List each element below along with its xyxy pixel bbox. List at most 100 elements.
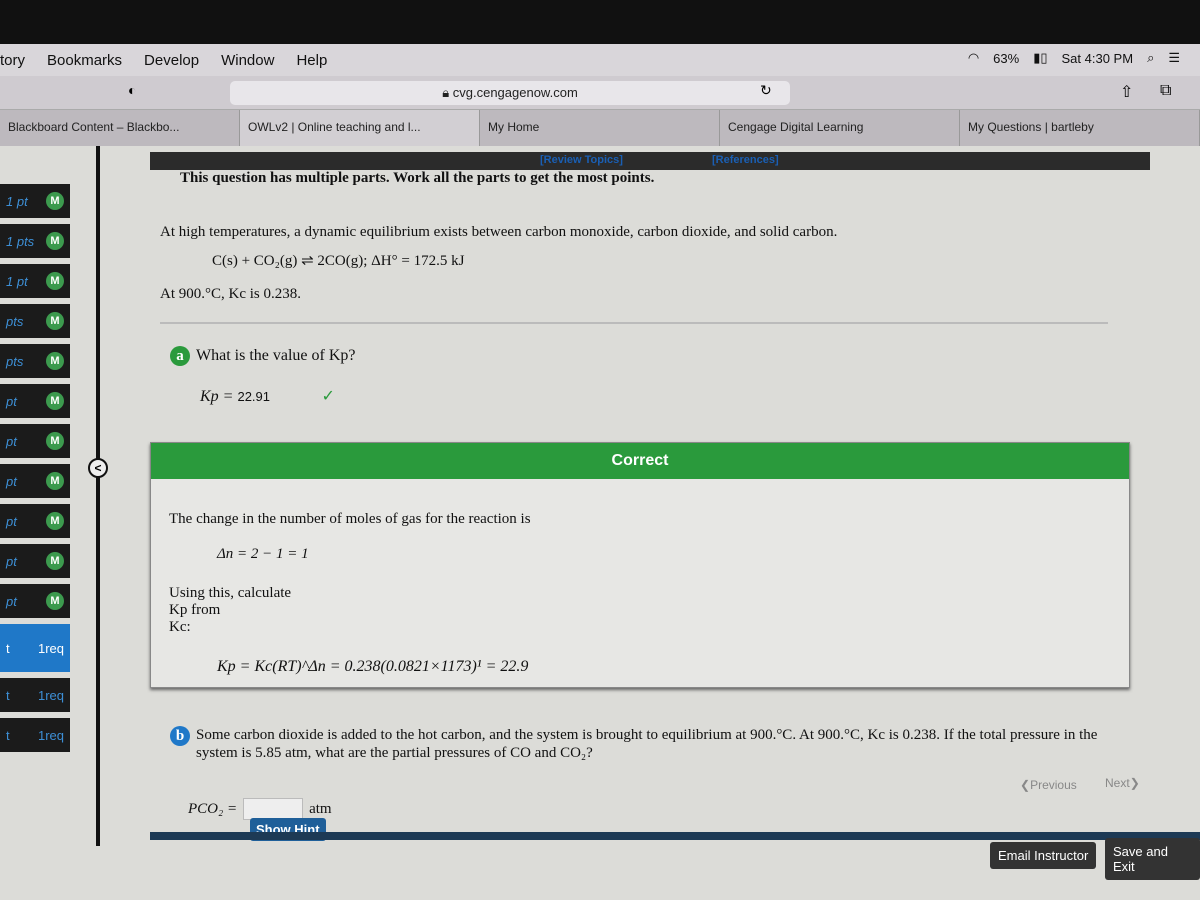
clock[interactable]: Sat 4:30 PM — [1062, 51, 1134, 66]
references-link[interactable]: [References] — [712, 154, 779, 166]
sidebar-item[interactable]: pts M — [0, 344, 70, 378]
question-intro: At high temperatures, a dynamic equilibr… — [160, 196, 1108, 324]
mac-menubar: tory Bookmarks Develop Window Help ◠ 63%… — [0, 44, 1200, 76]
delta-n: Δn = 2 − 1 = 1 — [217, 546, 309, 562]
sidebar-item[interactable]: pt M — [0, 584, 70, 618]
sidebar-item[interactable]: 1 pt M — [0, 184, 70, 218]
tab-my-home[interactable]: My Home — [480, 110, 720, 146]
collapse-sidebar-button[interactable]: < — [88, 458, 108, 478]
requirement-label: 1req — [37, 640, 64, 656]
pco2-input[interactable] — [243, 798, 304, 820]
sidebar-item[interactable]: pt M — [0, 384, 70, 418]
sidebar-item[interactable]: pt M — [0, 464, 70, 498]
owl-page: [Review Topics] [References] 1 pt M 1 pts… — [0, 146, 1200, 900]
mastery-badge: M — [46, 312, 64, 330]
save-and-exit-button[interactable]: Save and Exit — [1105, 838, 1200, 880]
next-button[interactable]: Next❯ — [1105, 776, 1140, 790]
mastery-badge: M — [46, 272, 64, 290]
unit-label: atm — [309, 800, 332, 817]
reload-icon[interactable]: ↻ — [760, 82, 772, 99]
points-label: pt — [6, 553, 17, 569]
next-label: Next — [1105, 776, 1130, 790]
question-header: [Review Topics] [References] — [150, 152, 1150, 170]
search-icon[interactable]: ⌕ — [1147, 50, 1154, 66]
address-bar[interactable]: 🔒︎ cvg.cengagenow.com — [230, 81, 790, 105]
reaction-equation: C(s) + CO₂(g) ⇌ 2CO(g); ΔH° = 172.5 kJ — [212, 253, 465, 269]
points-label: pt — [6, 433, 17, 449]
part-b-text: Some carbon dioxide is added to the hot … — [196, 727, 1098, 761]
points-label: 1 pt — [6, 273, 28, 289]
sidebar-item[interactable]: t 1req — [0, 678, 70, 712]
feedback-line: The change in the number of moles of gas… — [169, 511, 531, 527]
sidebar-item[interactable]: pt M — [0, 544, 70, 578]
question-sidebar: 1 pt M 1 pts M 1 pt M pts M pts M pt M pt M pt M… — [0, 156, 70, 758]
kp-label: Kp = — [200, 388, 234, 405]
points-label: pt — [6, 593, 17, 609]
sidebar-item[interactable]: pt M — [0, 504, 70, 538]
footer-bar — [150, 832, 1200, 840]
part-a-prompt: a What is the value of Kp? — [170, 346, 356, 366]
feedback-line: Kp from — [169, 602, 221, 618]
battery-icon[interactable]: ▮▯ — [1033, 50, 1047, 66]
kp-answer-field[interactable]: 22.91 — [237, 389, 317, 404]
menu-window[interactable]: Window — [221, 52, 274, 69]
points-label: 1 pts — [6, 233, 35, 249]
part-b-prompt: b Some carbon dioxide is added to the hot… — [170, 726, 1130, 762]
status-area: ◠ 63% ▮▯ Sat 4:30 PM ⌕ ☰ — [968, 50, 1180, 66]
browser-toolbar: ◐ 🔒︎ cvg.cengagenow.com ↻ ⇧ ⧉ — [0, 76, 1200, 110]
sidebar-item[interactable]: 1 pt M — [0, 264, 70, 298]
mastery-badge: M — [46, 512, 64, 530]
correct-banner: Correct — [151, 443, 1129, 479]
part-b-answer-row: PCO₂ = atm — [188, 798, 332, 820]
pco2-label: PCO₂ = — [188, 800, 238, 817]
wifi-icon[interactable]: ◠ — [968, 50, 979, 66]
tab-owlv2[interactable]: OWLv2 | Online teaching and l... — [240, 110, 480, 146]
previous-label: Previous — [1030, 778, 1077, 792]
mastery-badge: M — [46, 552, 64, 570]
tabs-overview-icon[interactable]: ⧉ — [1160, 82, 1171, 100]
feedback-panel: Correct The change in the number of mole… — [150, 442, 1130, 688]
mastery-badge: M — [46, 192, 64, 210]
share-icon[interactable]: ⇧ — [1120, 82, 1133, 102]
menu-list-icon[interactable]: ☰ — [1168, 50, 1180, 66]
tab-bar: Blackboard Content – Blackbo... OWLv2 | … — [0, 110, 1200, 146]
tab-blackboard[interactable]: Blackboard Content – Blackbo... — [0, 110, 240, 146]
battery-percent: 63% — [993, 50, 1020, 66]
mastery-badge: M — [46, 472, 64, 490]
points-label: pt — [6, 513, 17, 529]
mastery-badge: M — [46, 352, 64, 370]
menu-bookmarks[interactable]: Bookmarks — [47, 52, 122, 69]
feedback-line: Using this, calculate — [169, 585, 292, 601]
part-a-text: What is the value of Kp? — [196, 347, 356, 364]
email-instructor-button[interactable]: Email Instructor — [990, 842, 1097, 869]
mastery-badge: M — [46, 432, 64, 450]
review-topics-link[interactable]: [Review Topics] — [540, 154, 623, 166]
multipart-note: This question has multiple parts. Work a… — [180, 170, 655, 186]
sidebar-item[interactable]: pts M — [0, 304, 70, 338]
points-label: pts — [6, 313, 24, 329]
privacy-shield-icon[interactable]: ◐ — [128, 82, 136, 98]
sidebar-divider[interactable] — [96, 146, 100, 846]
part-a-badge: a — [170, 346, 190, 366]
part-b-badge: b — [170, 726, 190, 746]
sidebar-item[interactable]: pt M — [0, 424, 70, 458]
feedback-line: Kc: — [169, 619, 191, 635]
lock-icon: 🔒︎ — [442, 85, 453, 100]
sidebar-item[interactable]: t 1req — [0, 718, 70, 752]
points-label: pts — [6, 353, 24, 369]
sidebar-item-current[interactable]: t 1req — [0, 624, 70, 672]
correct-check-icon: ✓ — [321, 388, 335, 405]
url-text: cvg.cengagenow.com — [452, 85, 578, 100]
points-label: pt — [6, 473, 17, 489]
requirement-label: 1req — [37, 687, 64, 703]
tab-cengage[interactable]: Cengage Digital Learning — [720, 110, 960, 146]
menu-develop[interactable]: Develop — [144, 52, 199, 69]
menu-help[interactable]: Help — [296, 52, 327, 69]
part-a-answer-row: Kp = 22.91 ✓ — [200, 386, 335, 406]
previous-button[interactable]: ❮Previous — [1020, 778, 1077, 792]
menu-history[interactable]: tory — [0, 52, 25, 69]
requirement-label: 1req — [37, 727, 64, 743]
tab-bartleby[interactable]: My Questions | bartleby — [960, 110, 1200, 146]
points-label: t — [6, 640, 10, 656]
sidebar-item[interactable]: 1 pts M — [0, 224, 70, 258]
